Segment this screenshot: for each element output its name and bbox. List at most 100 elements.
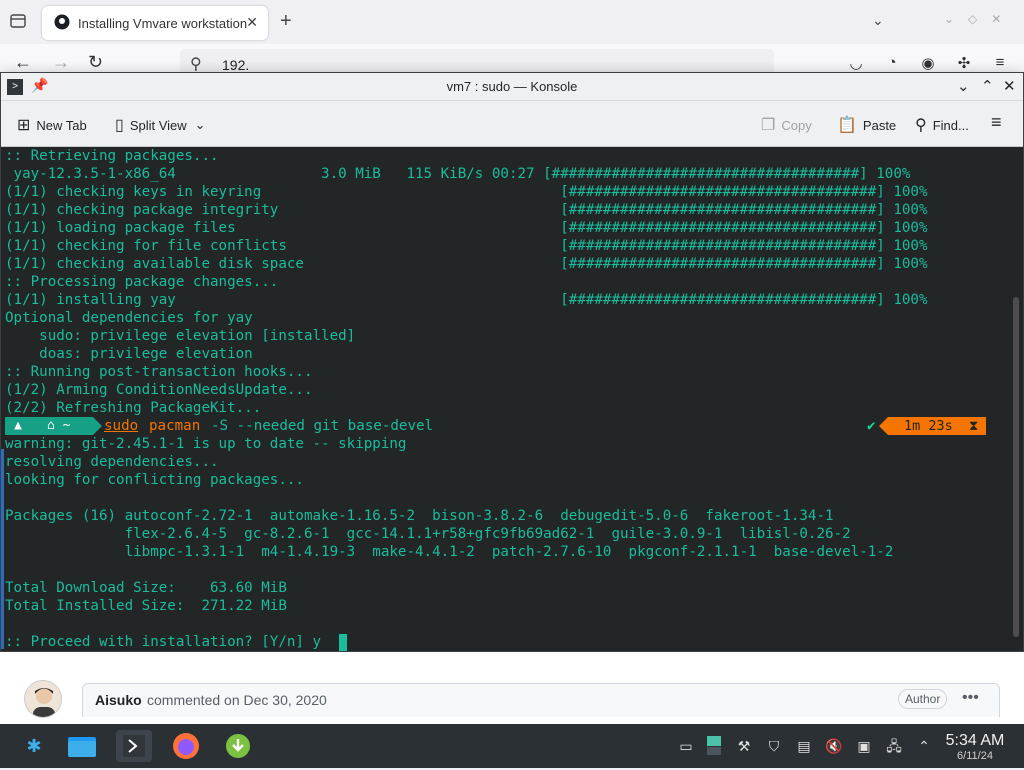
prompt-os-segment: ▲ [5,417,31,435]
pocket-icon[interactable]: ◡ [846,54,866,74]
storage-icon[interactable]: ▣ [854,736,874,756]
plus-icon[interactable]: + [280,10,292,33]
file-manager-icon[interactable] [64,730,100,762]
url-text: 192. [222,57,250,73]
find-button[interactable]: ⚲ Find... [915,115,969,135]
chevron-up-icon[interactable]: ⌃ [914,736,934,756]
terminal-output[interactable]: :: Retrieving packages... yay-12.3.5-1-x… [1,147,1023,651]
firefox-icon[interactable] [168,730,204,762]
output-line: Packages (16) autoconf-2.72-1 automake-1… [5,508,834,524]
search-icon: ⚲ [915,117,927,134]
clock-time[interactable]: 5:34 AM [940,732,1010,750]
network-tools-icon[interactable]: ⚒ [734,736,754,756]
terminal-line: :: Processing package changes... [5,274,279,290]
clock-date[interactable]: 6/11/24 [940,750,1010,762]
duration-text: 1m 23s [904,418,953,434]
account-icon[interactable]: ◉ [918,54,938,74]
output-line: flex-2.6.4-5 gc-8.2.6-1 gcc-14.1.1+r58+g… [5,526,851,542]
chevron-down-icon[interactable]: ⌄ [872,12,884,29]
status-check-icon: ✔ [867,418,876,434]
chevron-down-icon[interactable]: ⌄ [957,77,970,95]
terminal-line: (2/2) Refreshing PackageKit... [5,400,262,416]
new-tab-button[interactable]: ⊞ New Tab [17,115,87,135]
terminal-left-marker [1,449,4,649]
prompt-dir: ~ [62,418,71,433]
terminal-line: (1/1) checking available disk space [###… [5,256,928,272]
paste-label: Paste [862,117,897,133]
new-tab-icon: ⊞ [17,117,31,134]
browser-tab[interactable]: Installing Vmvare workstation ✕ [42,6,268,40]
tabs-list-icon[interactable] [8,12,28,30]
konsole-window: > 📌 vm7 : sudo — Konsole ⌄ ⌃ ✕ ⊞ New Tab… [0,72,1024,652]
window-controls[interactable]: ⌄◇✕ [944,12,1015,26]
terminal-line: :: Running post-transaction hooks... [5,364,313,380]
terminal-cursor [339,634,347,651]
github-icon [54,14,70,33]
output-line: warning: git-2.45.1-1 is up to date -- s… [5,436,407,452]
extensions-icon[interactable]: ✣ [954,54,974,74]
output-line: resolving dependencies... [5,454,219,470]
browser-tab-bar: Installing Vmvare workstation ✕ + ⌄ ⌄◇✕ [0,0,1024,44]
terminal-line: Optional dependencies for yay [5,310,253,326]
back-arrow-icon[interactable]: ← [14,52,32,73]
search-icon: ⚲ [190,56,202,73]
clipboard-icon[interactable]: ▤ [794,736,814,756]
author-badge: Author [898,689,948,709]
chevron-down-icon: ⌄ [194,117,206,132]
prompt-arrow [93,417,102,435]
avatar[interactable] [24,680,62,718]
download-manager-icon[interactable] [220,730,256,762]
output-line: Total Download Size: 63.60 MiB [5,580,287,596]
terminal-line: yay-12.3.5-1-x86_64 3.0 MiB 115 KiB/s 00… [5,166,911,182]
terminal-scrollbar[interactable] [1013,297,1019,637]
comment-meta[interactable]: commented on Dec 30, 2020 [147,692,327,708]
terminal-line: (1/1) checking for file conflicts [#####… [5,238,928,254]
hamburger-menu-icon[interactable]: ≡ [991,112,1002,133]
volume-muted-icon[interactable]: 🔇 [824,736,844,756]
split-view-icon: ▯ [115,117,124,134]
copy-label: Copy [781,117,812,133]
comment-header: Aisuko commented on Dec 30, 2020 [82,683,1000,717]
output-line: :: Proceed with installation? [Y/n] y [5,634,322,650]
konsole-toolbar: ⊞ New Tab ▯ Split View ⌄ ❐ Copy 📋 Paste … [1,101,1023,147]
output-line: libmpc-1.3.1-1 m4-1.4.19-3 make-4.4.1-2 … [5,544,894,560]
duration-segment: 1m 23s ⧗ [888,417,986,435]
command-args: -S --needed git base-devel [211,418,434,434]
output-line: Total Installed Size: 271.22 MiB [5,598,287,614]
copy-icon: ❐ [761,117,776,134]
maximize-icon[interactable]: ⌃ [981,77,994,95]
reload-icon[interactable]: ↻ [88,52,103,73]
app-launcher-icon[interactable]: ✱ [16,730,52,762]
comment-author[interactable]: Aisuko [95,692,142,708]
close-icon[interactable]: ✕ [246,14,258,31]
window-title: vm7 : sudo — Konsole [446,79,578,94]
shield-icon[interactable]: ⛉ [764,736,784,756]
network-icon[interactable]: 🖧 [884,736,904,756]
paste-button[interactable]: 📋 Paste [837,115,896,135]
new-tab-label: New Tab [36,117,87,133]
prompt-right-arrow [879,417,888,435]
forward-arrow-icon[interactable]: → [52,52,70,73]
home-icon: ⌂ [47,418,63,433]
sync-icon[interactable]: ◔ [882,54,902,74]
prompt-dir-segment: ⌂ ~ [31,417,93,435]
tab-title: Installing Vmvare workstation [78,15,248,31]
virtual-desktop-icon[interactable] [704,736,724,756]
more-options-icon[interactable]: ••• [962,689,979,707]
split-view-label: Split View [129,117,187,133]
hourglass-icon: ⧗ [968,418,979,434]
terminal-line: (1/1) loading package files [###########… [5,220,928,236]
hamburger-menu-icon[interactable]: ≡ [990,54,1010,74]
split-view-button[interactable]: ▯ Split View ⌄ [115,115,206,135]
show-desktop-icon[interactable]: ▭ [676,736,696,756]
copy-button[interactable]: ❐ Copy [761,115,812,135]
close-icon[interactable]: ✕ [1003,77,1016,95]
terminal-line: doas: privilege elevation [5,346,253,362]
terminal-line: (1/1) checking keys in keyring [########… [5,184,928,200]
konsole-task-icon[interactable] [116,730,152,762]
taskbar: ✱ ▭ ⚒ ⛉ ▤ 🔇 ▣ 🖧 ⌃ 5:34 AM 6/11/24 [0,724,1024,768]
command-pacman: pacman [149,418,201,434]
konsole-titlebar[interactable]: > 📌 vm7 : sudo — Konsole ⌄ ⌃ ✕ [1,73,1023,101]
arch-logo-icon: ▲ [14,418,22,433]
find-label: Find... [932,117,969,133]
